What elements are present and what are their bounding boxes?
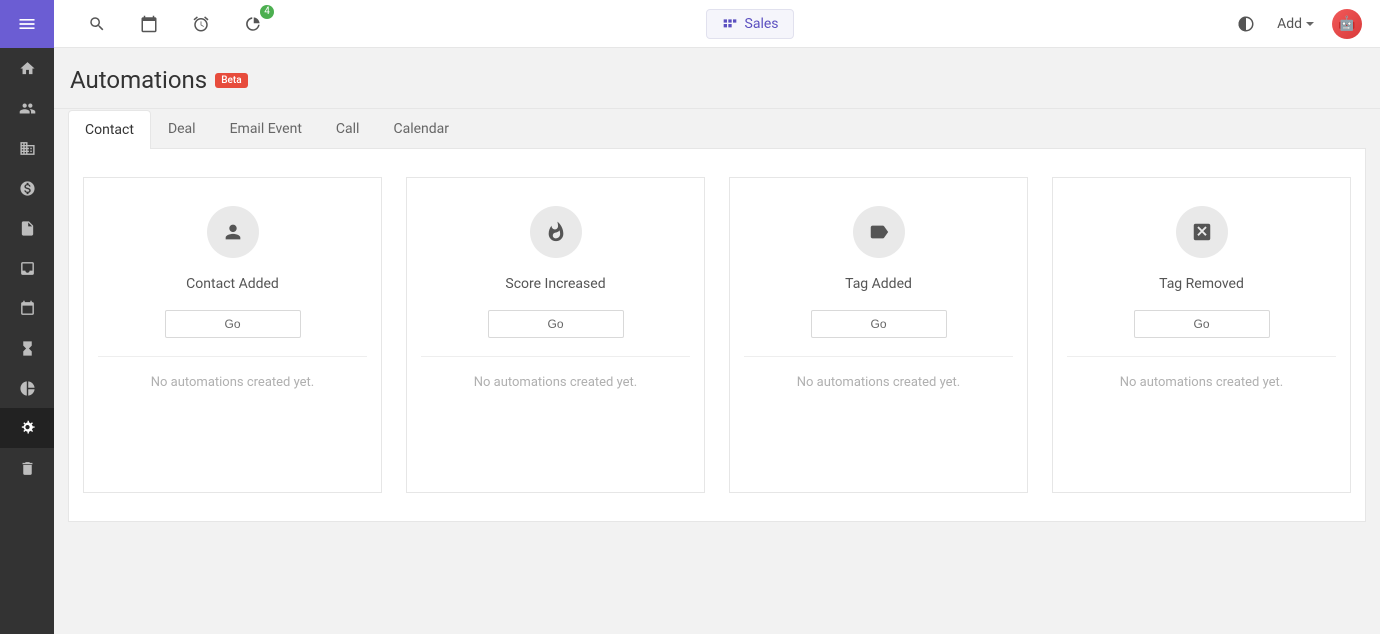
theme-icon — [1237, 15, 1255, 33]
card-title: Tag Added — [845, 276, 912, 292]
alarm-icon — [192, 15, 210, 33]
sidebar-item-inbox[interactable] — [0, 248, 54, 288]
sidebar-item-hourglass[interactable] — [0, 328, 54, 368]
empty-text: No automations created yet. — [151, 375, 315, 390]
tag-icon — [853, 206, 905, 258]
empty-text: No automations created yet. — [1120, 375, 1284, 390]
divider — [1067, 356, 1336, 357]
go-button[interactable]: Go — [811, 310, 947, 338]
card-title: Score Increased — [505, 276, 605, 292]
tabs: Contact Deal Email Event Call Calendar — [68, 109, 1366, 149]
avatar[interactable]: 🤖 — [1332, 9, 1362, 39]
card-title: Tag Removed — [1159, 276, 1244, 292]
go-button[interactable]: Go — [1134, 310, 1270, 338]
person-icon — [207, 206, 259, 258]
beta-badge: Beta — [215, 73, 247, 88]
sidebar-item-documents[interactable] — [0, 208, 54, 248]
topbar: 4 Sales Add 🤖 — [54, 0, 1380, 48]
tab-contact[interactable]: Contact — [68, 110, 151, 149]
search-icon — [88, 15, 106, 33]
home-icon — [19, 60, 36, 77]
go-button[interactable]: Go — [165, 310, 301, 338]
theme-toggle-button[interactable] — [1233, 11, 1259, 37]
fire-icon — [530, 206, 582, 258]
card-title: Contact Added — [186, 276, 279, 292]
sidebar-item-calendar[interactable] — [0, 288, 54, 328]
calendar-button[interactable] — [136, 11, 162, 37]
divider — [421, 356, 690, 357]
tab-deal[interactable]: Deal — [151, 109, 213, 148]
card-contact-added: Contact Added Go No automations created … — [83, 177, 382, 493]
notification-badge: 4 — [260, 5, 274, 19]
empty-text: No automations created yet. — [474, 375, 638, 390]
grid-icon — [721, 16, 737, 32]
document-icon — [19, 220, 36, 237]
timer-button[interactable] — [188, 11, 214, 37]
trash-icon — [19, 460, 36, 477]
sidebar-item-deals[interactable] — [0, 168, 54, 208]
sales-button[interactable]: Sales — [706, 9, 794, 39]
tab-call[interactable]: Call — [319, 109, 377, 148]
chevron-down-icon — [1306, 22, 1314, 26]
card-tag-added: Tag Added Go No automations created yet. — [729, 177, 1028, 493]
page-title: Automations — [70, 66, 207, 94]
card-tag-removed: Tag Removed Go No automations created ye… — [1052, 177, 1351, 493]
pie-chart-icon — [19, 380, 36, 397]
divider — [98, 356, 367, 357]
menu-icon — [17, 14, 37, 34]
add-label: Add — [1277, 16, 1302, 32]
sidebar — [0, 0, 54, 634]
automation-icon — [19, 420, 36, 437]
panel: Contact Added Go No automations created … — [68, 149, 1366, 522]
menu-toggle-button[interactable] — [0, 0, 54, 48]
sidebar-item-company[interactable] — [0, 128, 54, 168]
add-button[interactable]: Add — [1277, 16, 1314, 32]
sidebar-item-people[interactable] — [0, 88, 54, 128]
cancel-icon — [1176, 206, 1228, 258]
sales-label: Sales — [745, 16, 779, 32]
inbox-icon — [19, 260, 36, 277]
people-icon — [19, 100, 36, 117]
calendar-today-icon — [140, 15, 158, 33]
hourglass-icon — [19, 340, 36, 357]
sidebar-item-trash[interactable] — [0, 448, 54, 488]
sidebar-item-automations[interactable] — [0, 408, 54, 448]
search-button[interactable] — [84, 11, 110, 37]
empty-text: No automations created yet. — [797, 375, 961, 390]
go-button[interactable]: Go — [488, 310, 624, 338]
analytics-button[interactable]: 4 — [240, 11, 266, 37]
donut-icon — [244, 15, 262, 33]
calendar-icon — [19, 300, 36, 317]
page-header: Automations Beta — [54, 48, 1380, 109]
sidebar-item-home[interactable] — [0, 48, 54, 88]
tab-calendar[interactable]: Calendar — [376, 109, 466, 148]
tab-email-event[interactable]: Email Event — [213, 109, 319, 148]
card-score-increased: Score Increased Go No automations create… — [406, 177, 705, 493]
dollar-icon — [19, 180, 36, 197]
divider — [744, 356, 1013, 357]
company-icon — [19, 140, 36, 157]
sidebar-item-reports[interactable] — [0, 368, 54, 408]
